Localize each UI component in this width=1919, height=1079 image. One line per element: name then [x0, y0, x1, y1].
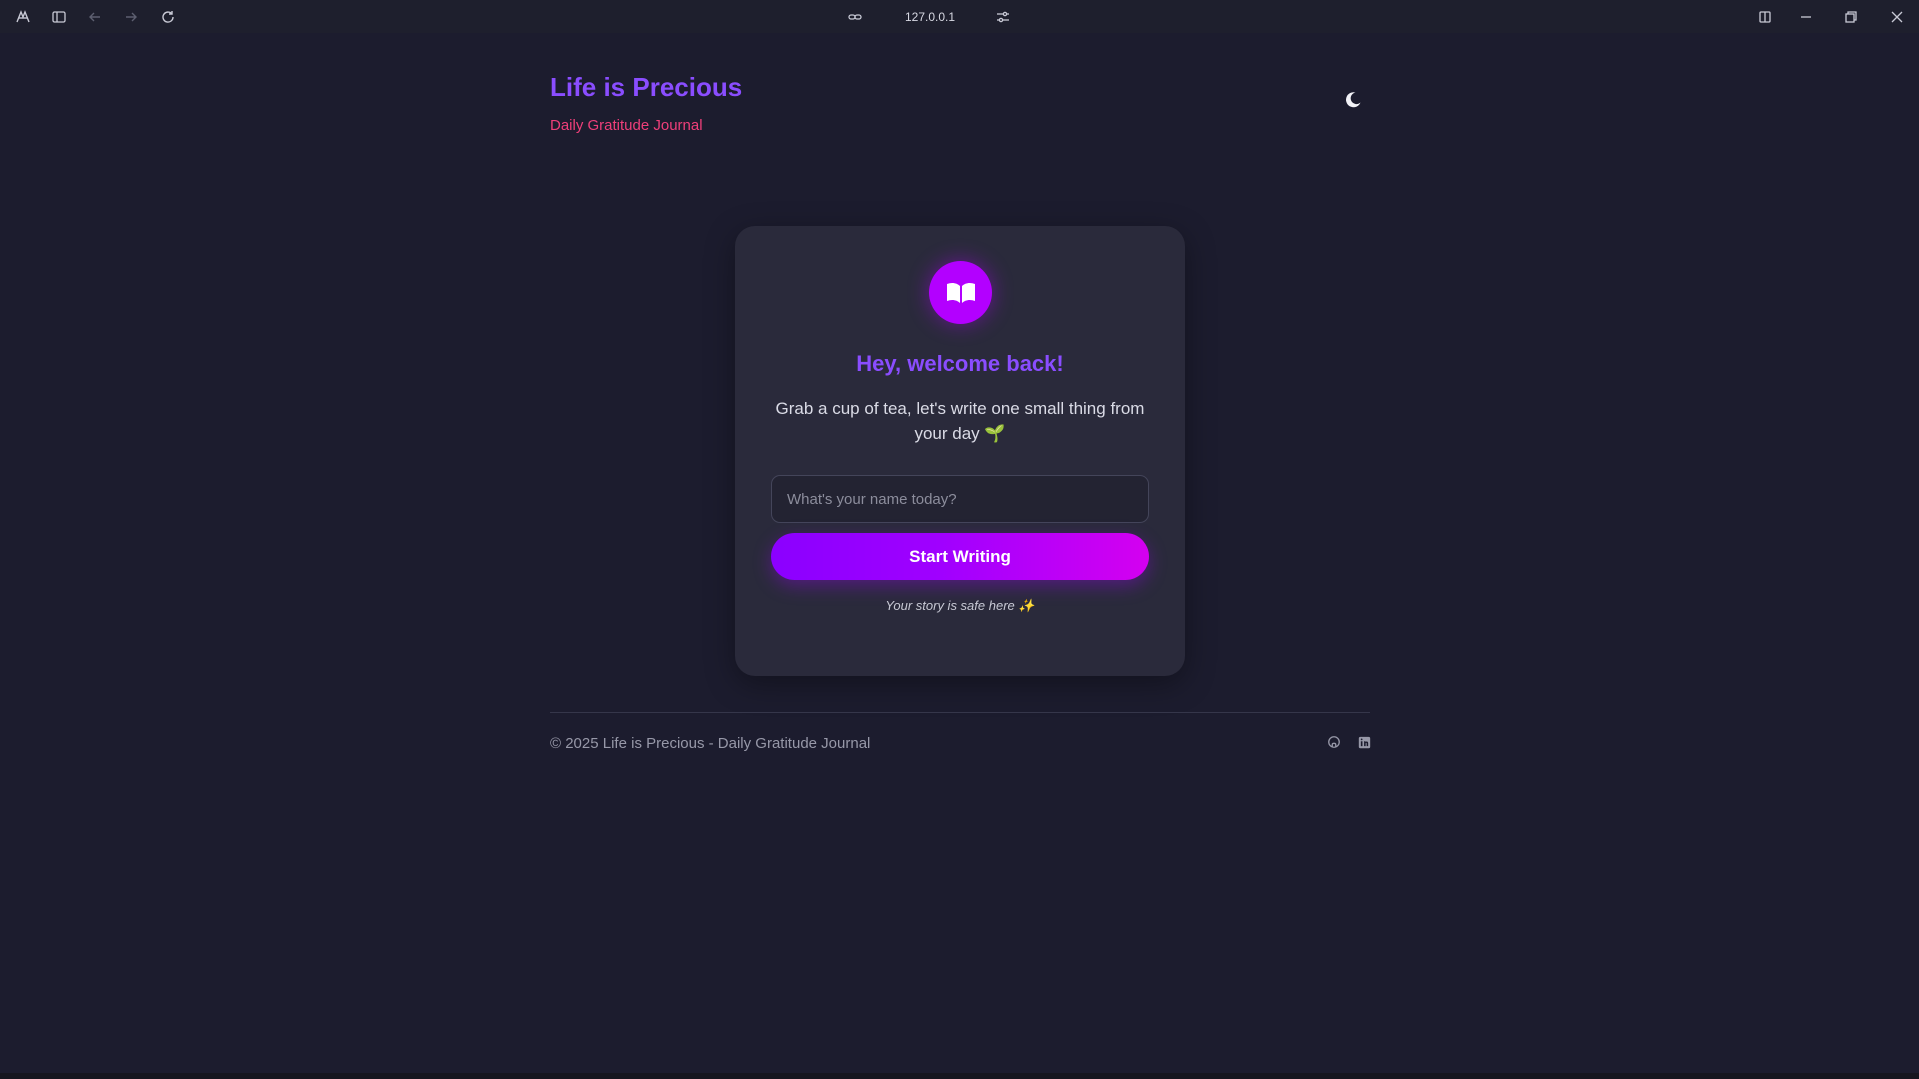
github-icon[interactable]: [1325, 733, 1343, 751]
site-subtitle: Daily Gratitude Journal: [550, 117, 703, 134]
browser-logo-icon[interactable]: [12, 6, 34, 28]
window-bottom-edge: [0, 1073, 1919, 1079]
welcome-message: Grab a cup of tea, let's write one small…: [775, 399, 1145, 443]
moon-icon: [1346, 92, 1361, 108]
close-icon[interactable]: [1886, 6, 1908, 28]
safe-note: Your story is safe here ✨: [885, 598, 1035, 613]
open-book-icon: [929, 261, 992, 324]
footer-divider: [550, 712, 1370, 713]
forward-arrow-icon[interactable]: [120, 6, 142, 28]
restore-icon[interactable]: [1840, 6, 1862, 28]
start-writing-button[interactable]: Start Writing: [771, 533, 1149, 580]
page-body: Life is Precious Daily Gratitude Journal…: [0, 33, 1919, 1073]
footer-copyright: © 2025 Life is Precious - Daily Gratitud…: [550, 735, 871, 752]
site-title[interactable]: Life is Precious: [550, 72, 742, 103]
browser-toolbar: 127.0.0.1: [0, 0, 1919, 33]
address-bar-url[interactable]: 127.0.0.1: [880, 8, 980, 26]
split-view-icon[interactable]: [1754, 6, 1776, 28]
back-arrow-icon[interactable]: [84, 6, 106, 28]
tune-icon[interactable]: [992, 6, 1014, 28]
welcome-heading: Hey, welcome back!: [856, 351, 1064, 376]
link-icon[interactable]: [844, 6, 866, 28]
reload-icon[interactable]: [157, 6, 179, 28]
name-input[interactable]: [771, 475, 1149, 523]
sidebar-toggle-icon[interactable]: [48, 6, 70, 28]
welcome-card: Hey, welcome back! Grab a cup of tea, le…: [735, 226, 1185, 676]
linkedin-icon[interactable]: [1355, 733, 1373, 751]
theme-toggle-button[interactable]: [1341, 88, 1365, 112]
minimize-icon[interactable]: [1795, 6, 1817, 28]
